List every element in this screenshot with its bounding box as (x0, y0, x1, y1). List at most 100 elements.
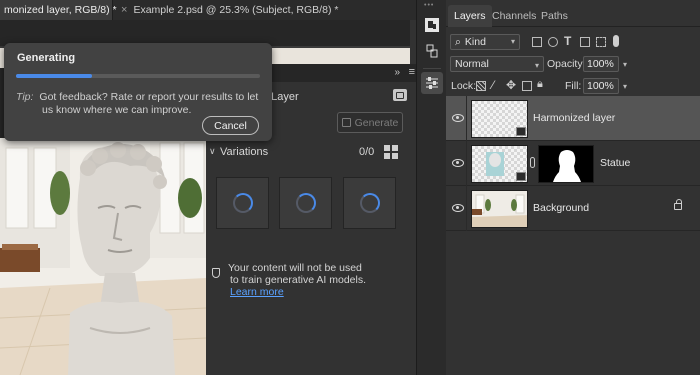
kind-label: Kind (464, 36, 486, 48)
variations-header[interactable]: ∨ Variations 0/0 (206, 144, 418, 162)
tab-layers[interactable]: Layers (448, 5, 492, 27)
chevron-down-icon[interactable]: ∨ (209, 146, 216, 157)
shape-filter-icon[interactable] (580, 37, 590, 47)
tip-label: Tip: (16, 91, 34, 103)
close-icon[interactable]: × (121, 4, 127, 16)
layer-filter-row: ⌕ Kind ▾ T (446, 31, 700, 53)
layer-mask-thumbnail[interactable] (538, 145, 594, 183)
generative-fill-icon (425, 18, 439, 32)
chevron-down-icon[interactable]: ▾ (619, 78, 631, 94)
new-layer-icon[interactable] (393, 89, 407, 101)
spinner-icon (296, 193, 316, 213)
lock-artboard-icon[interactable] (522, 81, 532, 91)
visibility-column-divider (466, 96, 467, 141)
tab-paths[interactable]: Paths (535, 5, 574, 27)
opacity-input[interactable]: 100% (583, 56, 619, 72)
layers-panel-tabs: Layers Channels Paths (446, 5, 700, 27)
learn-more-link[interactable]: Learn more (230, 286, 284, 298)
layer-name[interactable]: Background (533, 202, 589, 214)
eye-icon[interactable] (452, 114, 464, 122)
progress-fill (16, 74, 92, 78)
variation-thumbnail-1[interactable] (216, 177, 269, 229)
chain-link-icon[interactable] (530, 157, 535, 168)
statue-scene-image (0, 138, 206, 375)
tab-channels[interactable]: Channels (486, 5, 542, 27)
eye-icon[interactable] (452, 204, 464, 212)
lock-pixels-icon[interactable]: ⁄ (492, 78, 494, 92)
grid-view-icon[interactable] (384, 145, 398, 159)
tab-label: monized layer, RGB/8) * (4, 4, 117, 16)
layer-row-statue[interactable]: Statue (446, 141, 700, 186)
type-filter-icon[interactable]: T (564, 34, 571, 48)
smart-filter-icon[interactable] (596, 37, 606, 47)
photoshop-window: monized layer, RGB/8) * × Example 2.psd … (0, 0, 700, 375)
progress-bar (16, 74, 260, 78)
background-thumbnail-image (472, 191, 527, 227)
visibility-column-divider (466, 141, 467, 186)
lock-all-icon[interactable]: 🔒︎ (537, 78, 543, 91)
chevron-down-icon: ▾ (510, 37, 515, 46)
variation-thumbnail-2[interactable] (279, 177, 332, 229)
spinner-icon (360, 193, 380, 213)
layer-thumbnail[interactable] (471, 190, 528, 228)
adjustment-filter-icon[interactable] (548, 37, 558, 47)
brush-settings-button[interactable] (421, 40, 443, 62)
chevron-down-icon[interactable]: ▾ (619, 56, 631, 72)
layer-row-harmonized[interactable]: Harmonized layer (446, 96, 700, 141)
tool-divider (423, 68, 441, 69)
variation-thumbnail-3[interactable] (343, 177, 396, 229)
variations-label: Variations (220, 146, 269, 158)
generative-tool-button[interactable] (421, 14, 443, 36)
layer-thumbnail[interactable] (471, 100, 528, 138)
sliders-icon (426, 77, 438, 89)
brush-icon (426, 44, 438, 58)
notice-text-line2: to train generative AI models. (230, 274, 366, 286)
blend-mode-row: Normal ▾ Opacity: 100% ▾ (446, 55, 700, 75)
lock-transparency-icon[interactable] (476, 81, 486, 91)
generating-dialog: Generating Tip: Got feedback? Rate or rep… (4, 43, 272, 141)
generate-label: Generate (354, 116, 399, 129)
lock-row: Lock: ⁄ ✥ 🔒︎ Fill: 100% ▾ (446, 77, 700, 95)
cancel-button[interactable]: Cancel (202, 116, 259, 135)
generate-button[interactable]: Generate (337, 112, 403, 133)
layer-name[interactable]: Harmonized layer (533, 112, 615, 124)
document-tab-harmonized[interactable]: monized layer, RGB/8) * (0, 0, 117, 20)
blend-mode-value: Normal (455, 58, 489, 70)
dialog-title: Generating (17, 52, 76, 64)
fill-label: Fill: (565, 80, 582, 92)
notice-text-line1: Your content will not be used (228, 262, 362, 274)
image-filter-icon[interactable] (532, 37, 542, 47)
layers-panel: Layers Channels Paths ⌕ Kind ▾ T Normal … (446, 0, 700, 375)
tip-line2: us know where we can improve. (42, 104, 192, 116)
tip-line1: Got feedback? Rate or report your result… (39, 91, 259, 103)
smart-object-icon (516, 172, 526, 181)
ai-training-notice: Your content will not be used to train g… (206, 262, 418, 302)
eye-icon[interactable] (452, 159, 464, 167)
document-tab-example[interactable]: × Example 2.psd @ 25.3% (Subject, RGB/8)… (112, 0, 346, 20)
smart-object-icon (516, 127, 526, 136)
canvas-image[interactable] (0, 138, 206, 375)
generate-icon (341, 118, 351, 127)
grip-icon[interactable]: ••• (424, 2, 440, 10)
panel-menu-icon[interactable]: ≡ (409, 66, 415, 78)
mask-image (553, 150, 581, 182)
document-tab-bar: monized layer, RGB/8) * × Example 2.psd … (0, 0, 416, 20)
blend-mode-select[interactable]: Normal ▾ (450, 56, 544, 72)
tab-label: Example 2.psd @ 25.3% (Subject, RGB/8) * (133, 4, 339, 16)
lock-position-icon[interactable]: ✥ (506, 78, 516, 92)
lock-label: Lock: (451, 80, 477, 92)
chevron-down-icon: ▾ (534, 61, 539, 70)
chevron-double-right-icon[interactable]: » (394, 67, 399, 78)
lock-icon[interactable] (674, 199, 682, 210)
shield-icon (212, 268, 220, 278)
adjustments-button[interactable] (421, 72, 443, 94)
visibility-column-divider (466, 186, 467, 231)
layer-row-background[interactable]: Background (446, 186, 700, 231)
fill-input[interactable]: 100% (583, 78, 619, 94)
layer-name[interactable]: Statue (600, 157, 630, 169)
layers-list: Harmonized layer Statue Background (446, 96, 700, 375)
layer-thumbnail[interactable] (471, 145, 528, 183)
kind-filter-select[interactable]: ⌕ Kind ▾ (450, 34, 520, 50)
spinner-icon (233, 193, 253, 213)
toggle-filter-icon[interactable] (613, 35, 619, 47)
